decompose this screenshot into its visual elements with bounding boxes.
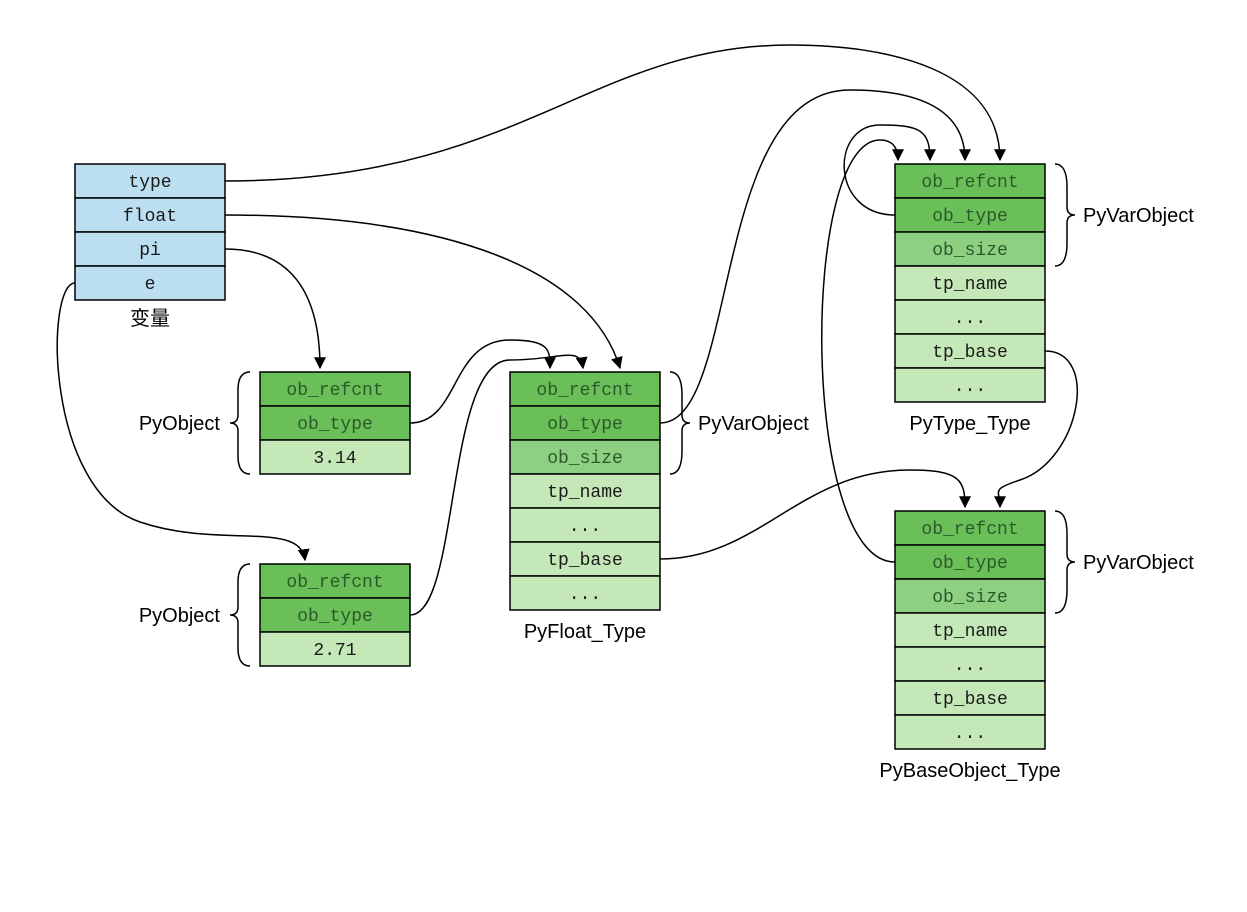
arrow-float-to-pyfloat bbox=[225, 215, 620, 368]
vars-cell-e: e bbox=[145, 275, 156, 295]
base-cell-obtype: ob_type bbox=[932, 554, 1008, 574]
float-cell-obtype: ob_type bbox=[547, 415, 623, 435]
float-cell-dots2: ... bbox=[569, 585, 601, 605]
vars-cell-float: float bbox=[123, 207, 177, 227]
base-cell-tpname: tp_name bbox=[932, 622, 1008, 642]
type-cell-obsize: ob_size bbox=[932, 241, 1008, 261]
arrow-pi-to-piobj bbox=[225, 249, 320, 368]
float-cell-refcnt: ob_refcnt bbox=[536, 381, 633, 401]
arrow-type-to-pytype bbox=[225, 45, 1000, 181]
base-cell-tpbase: tp_base bbox=[932, 690, 1008, 710]
type-brace-label: PyVarObject bbox=[1083, 205, 1194, 227]
base-cell-dots1: ... bbox=[954, 656, 986, 676]
base-cell-refcnt: ob_refcnt bbox=[921, 520, 1018, 540]
float-cell-obsize: ob_size bbox=[547, 449, 623, 469]
pyfloat-type: ob_refcnt ob_type ob_size tp_name ... tp… bbox=[510, 372, 809, 643]
pi-cell-refcnt: ob_refcnt bbox=[286, 381, 383, 401]
e-cell-obtype: ob_type bbox=[297, 607, 373, 627]
base-caption: PyBaseObject_Type bbox=[879, 760, 1060, 782]
base-brace-label: PyVarObject bbox=[1083, 552, 1194, 574]
vars-cell-type: type bbox=[128, 173, 171, 193]
vars-caption: 变量 bbox=[130, 307, 170, 330]
pybaseobject-type: ob_refcnt ob_type ob_size tp_name ... tp… bbox=[879, 511, 1194, 782]
type-cell-refcnt: ob_refcnt bbox=[921, 173, 1018, 193]
vars-cell-pi: pi bbox=[139, 241, 161, 261]
float-caption: PyFloat_Type bbox=[524, 621, 646, 643]
pi-object: ob_refcnt ob_type 3.14 PyObject bbox=[139, 372, 410, 474]
float-cell-dots1: ... bbox=[569, 517, 601, 537]
e-cell-refcnt: ob_refcnt bbox=[286, 573, 383, 593]
pi-brace-label: PyObject bbox=[139, 413, 221, 435]
float-cell-tpname: tp_name bbox=[547, 483, 623, 503]
type-cell-dots1: ... bbox=[954, 309, 986, 329]
float-cell-tpbase: tp_base bbox=[547, 551, 623, 571]
e-cell-value: 2.71 bbox=[313, 641, 356, 661]
e-brace-label: PyObject bbox=[139, 605, 221, 627]
float-brace-label: PyVarObject bbox=[698, 413, 809, 435]
type-cell-tpname: tp_name bbox=[932, 275, 1008, 295]
e-object: ob_refcnt ob_type 2.71 PyObject bbox=[139, 564, 410, 666]
type-caption: PyType_Type bbox=[909, 413, 1030, 435]
vars-table: type float pi e 变量 bbox=[75, 164, 225, 330]
type-cell-dots2: ... bbox=[954, 377, 986, 397]
pi-cell-value: 3.14 bbox=[313, 449, 356, 469]
diagram-canvas: type float pi e 变量 ob_refcnt ob_type 3.1… bbox=[20, 20, 1247, 892]
base-cell-dots2: ... bbox=[954, 724, 986, 744]
pytype-type: ob_refcnt ob_type ob_size tp_name ... tp… bbox=[895, 164, 1194, 435]
type-cell-obtype: ob_type bbox=[932, 207, 1008, 227]
base-cell-obsize: ob_size bbox=[932, 588, 1008, 608]
type-cell-tpbase: tp_base bbox=[932, 343, 1008, 363]
pi-cell-obtype: ob_type bbox=[297, 415, 373, 435]
